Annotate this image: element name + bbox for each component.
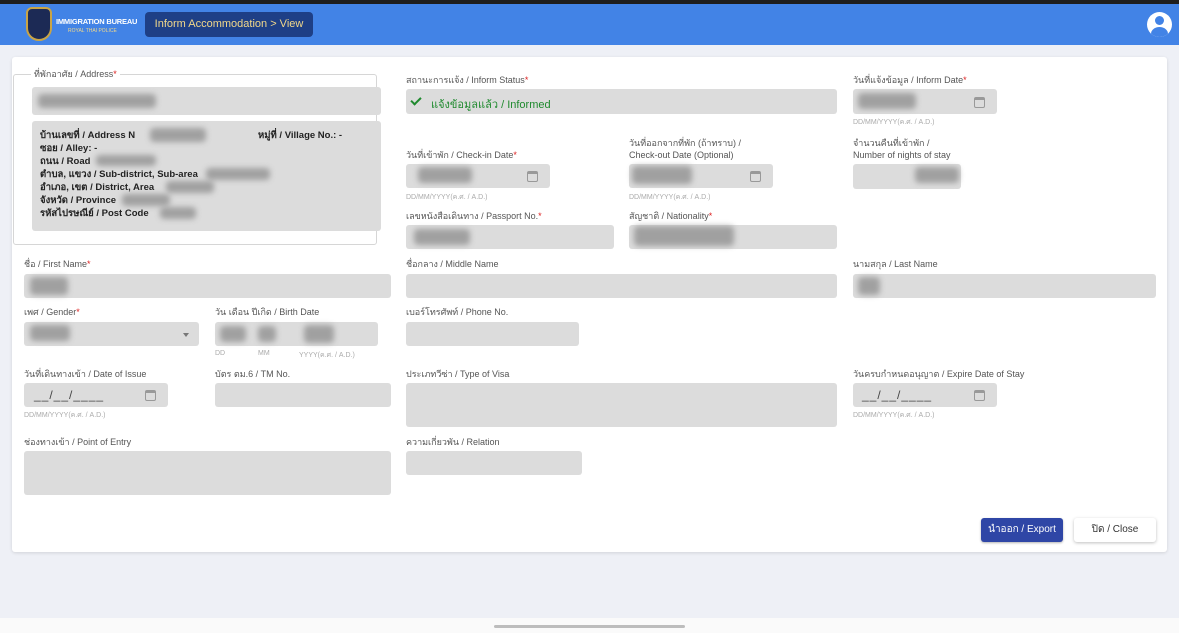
nationality-label: สัญชาติ / Nationality* xyxy=(629,211,713,221)
address-no-label: บ้านเลขที่ / Address N xyxy=(40,130,136,141)
address-legend: ที่พักอาศัย / Address* xyxy=(31,68,120,80)
expire-date-label: วันครบกำหนดอนุญาต / Expire Date of Stay xyxy=(853,369,1025,379)
redacted-road xyxy=(96,155,156,166)
logo-line-1: IMMIGRATION BUREAU xyxy=(56,17,138,26)
calendar-icon xyxy=(974,97,985,108)
expire-date-value: __/__/____ xyxy=(862,388,933,402)
middle-name-field xyxy=(406,274,837,298)
passport-label: เลขหนังสือเดินทาง / Passport No.* xyxy=(406,211,542,221)
close-button[interactable]: ปิด / Close xyxy=(1074,518,1156,542)
relation-label: ความเกี่ยวพัน / Relation xyxy=(406,437,500,447)
redacted-birth-month xyxy=(258,326,276,342)
phone-label: เบอร์โทรศัพท์ / Phone No. xyxy=(406,307,509,317)
redacted-subdistrict xyxy=(206,168,270,180)
birth-dd-hint: DD xyxy=(215,350,226,357)
redacted-nationality xyxy=(634,226,734,246)
calendar-icon xyxy=(750,171,761,182)
redacted-birth-year xyxy=(304,325,334,343)
phone-field xyxy=(406,322,579,346)
redacted-first-name xyxy=(30,277,68,295)
visa-type-field xyxy=(406,383,837,427)
village-label: หมู่ที่ / Village No.: - xyxy=(258,130,343,141)
export-button[interactable]: นำออก / Export xyxy=(981,518,1063,542)
province-label: จังหวัด / Province xyxy=(40,195,117,206)
alley-label: ซอย / Alley: - xyxy=(40,143,98,154)
tm-no-field xyxy=(215,383,391,407)
last-name-label: นามสกุล / Last Name xyxy=(853,259,938,269)
checkout-hint: DD/MM/YYYY(ค.ศ. / A.D.) xyxy=(629,194,711,201)
redacted-checkout xyxy=(632,166,692,184)
date-of-issue-label: วันที่เดินทางเข้า / Date of Issue xyxy=(24,369,147,379)
checkin-label: วันที่เข้าพัก / Check-in Date* xyxy=(406,150,517,160)
calendar-icon xyxy=(145,390,156,401)
checkin-hint: DD/MM/YYYY(ค.ศ. / A.D.) xyxy=(406,194,488,201)
calendar-icon xyxy=(974,390,985,401)
redacted-checkin xyxy=(418,167,472,183)
road-label: ถนน / Road xyxy=(40,156,91,167)
nights-label-line1: จำนวนคืนที่เข้าพัก / xyxy=(853,138,930,148)
redacted-district xyxy=(166,181,214,193)
checkout-label-line1: วันที่ออกจากที่พัก (ถ้าทราบ) / xyxy=(629,138,742,148)
redacted-address xyxy=(38,94,156,108)
inform-status-label: สถานะการแจ้ง / Inform Status* xyxy=(406,75,529,85)
redacted-birth-day xyxy=(220,326,246,342)
logo-line-2: ROYAL THAI POLICE xyxy=(68,28,117,34)
calendar-icon xyxy=(527,171,538,182)
date-of-issue-value: __/__/____ xyxy=(34,388,105,402)
redacted-province xyxy=(122,194,170,206)
postcode-label: รหัสไปรษณีย์ / Post Code xyxy=(40,208,149,219)
gender-label: เพศ / Gender* xyxy=(24,307,80,317)
police-badge-icon xyxy=(26,7,52,41)
nights-label-line2: Number of nights of stay xyxy=(853,150,951,160)
point-of-entry-label: ช่องทางเข้า / Point of Entry xyxy=(24,437,132,447)
inform-date-hint: DD/MM/YYYY(ค.ศ. / A.D.) xyxy=(853,119,935,126)
checkout-label-line2: Check-out Date (Optional) xyxy=(629,150,734,160)
point-of-entry-field xyxy=(24,451,391,495)
home-indicator[interactable] xyxy=(494,625,685,628)
inform-status-value: แจ้งข้อมูลแล้ว / Informed xyxy=(431,99,551,111)
subdistrict-label: ตำบล, แขวง / Sub-district, Sub-area xyxy=(40,169,198,180)
immigration-logo: IMMIGRATION BUREAU ROYAL THAI POLICE xyxy=(24,7,138,43)
first-name-label: ชื่อ / First Name* xyxy=(24,259,91,269)
visa-type-label: ประเภทวีซ่า / Type of Visa xyxy=(406,369,510,379)
app-header: IMMIGRATION BUREAU ROYAL THAI POLICE Inf… xyxy=(0,4,1179,45)
date-of-issue-hint: DD/MM/YYYY(ค.ศ. / A.D.) xyxy=(24,412,106,419)
redacted-last-name xyxy=(858,277,880,295)
birth-mm-hint: MM xyxy=(258,350,270,357)
middle-name-label: ชื่อกลาง / Middle Name xyxy=(406,259,499,269)
redacted-address-no xyxy=(150,128,206,142)
district-label: อำเภอ, เขต / District, Area xyxy=(40,182,155,193)
redacted-postcode xyxy=(160,207,196,219)
redacted-nights xyxy=(915,167,959,183)
last-name-field xyxy=(853,274,1156,298)
expire-date-hint: DD/MM/YYYY(ค.ศ. / A.D.) xyxy=(853,412,935,419)
relation-field xyxy=(406,451,582,475)
tm-no-label: บัตร ตม.6 / TM No. xyxy=(215,369,291,379)
redacted-gender xyxy=(30,325,70,341)
chevron-down-icon xyxy=(183,333,189,337)
birth-yyyy-hint: YYYY(ค.ศ. / A.D.) xyxy=(299,352,355,359)
first-name-field xyxy=(24,274,391,298)
breadcrumb: Inform Accommodation > View xyxy=(145,12,313,37)
account-circle-icon[interactable] xyxy=(1147,12,1172,37)
redacted-passport xyxy=(414,229,470,245)
redacted-inform-date xyxy=(858,93,916,109)
inform-date-label: วันที่แจ้งข้อมูล / Inform Date* xyxy=(853,75,967,85)
birth-date-label: วัน เดือน ปีเกิด / Birth Date xyxy=(215,307,320,317)
